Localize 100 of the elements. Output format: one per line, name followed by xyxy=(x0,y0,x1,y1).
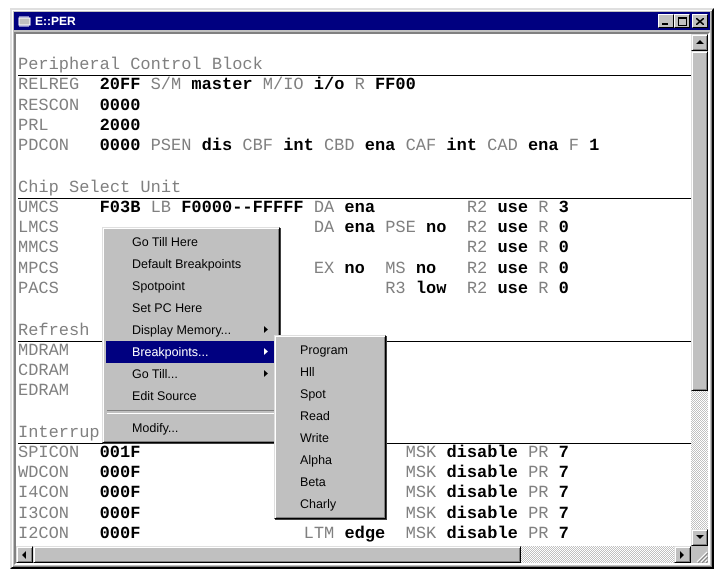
field-value[interactable]: disable xyxy=(446,484,518,505)
field-value[interactable]: no xyxy=(416,260,436,280)
window-title: E::PER xyxy=(35,14,77,28)
field-value[interactable]: 0 xyxy=(558,280,569,300)
field-value[interactable]: low xyxy=(416,280,446,300)
field-value[interactable]: dis xyxy=(202,137,232,158)
field-label: R3 xyxy=(385,280,406,300)
field-value[interactable]: ena xyxy=(528,137,559,158)
field-value[interactable]: 000F xyxy=(100,524,140,546)
chip-icon xyxy=(16,15,32,27)
scrollbar-thumb[interactable] xyxy=(691,51,708,391)
menu-item[interactable]: Modify... xyxy=(106,417,276,439)
field-value[interactable]: use xyxy=(497,239,528,260)
menu-item[interactable]: Beta xyxy=(278,471,382,493)
field-label: R2 xyxy=(466,239,488,260)
menu-item[interactable]: Breakpoints... xyxy=(106,341,276,363)
field-value[interactable]: no xyxy=(426,219,446,240)
register-name: PRL xyxy=(18,116,50,138)
field-value[interactable]: use xyxy=(497,219,528,240)
close-button[interactable] xyxy=(692,14,708,28)
field-value[interactable]: 7 xyxy=(558,484,569,505)
field-label: R2 xyxy=(466,198,488,220)
field-value[interactable]: disable xyxy=(446,524,518,546)
field-label: PSE xyxy=(385,219,416,240)
field-value[interactable]: int xyxy=(446,137,477,158)
field-value[interactable]: disable xyxy=(446,504,518,525)
scroll-up-button[interactable] xyxy=(691,34,708,51)
menu-item[interactable]: Charly xyxy=(278,493,382,515)
field-value[interactable]: edge xyxy=(344,524,386,546)
field-value[interactable]: disable xyxy=(446,444,518,464)
menu-item[interactable]: Spotpoint xyxy=(106,275,276,297)
menu-item[interactable]: Set PC Here xyxy=(106,297,276,319)
register-name: WDCON xyxy=(18,464,70,484)
field-value[interactable]: F0000--FFFFF xyxy=(181,198,304,220)
field-label: R xyxy=(538,260,548,280)
field-value[interactable]: i/o xyxy=(314,76,344,97)
menu-item[interactable]: Program xyxy=(278,339,382,361)
field-value[interactable]: use xyxy=(497,260,528,280)
scrollbar-thumb[interactable] xyxy=(33,546,521,563)
field-label: MSK xyxy=(406,444,436,464)
field-value[interactable]: 000F xyxy=(100,484,140,505)
field-value[interactable]: 1 xyxy=(589,137,600,158)
field-value[interactable]: ena xyxy=(364,137,396,158)
field-label: M/IO xyxy=(262,76,304,97)
field-label: MSK xyxy=(406,484,436,505)
field-value[interactable]: use xyxy=(497,280,528,300)
menu-item[interactable]: Edit Source xyxy=(106,385,276,407)
field-value[interactable]: 3 xyxy=(558,198,569,220)
menu-item[interactable]: Go Till Here xyxy=(106,231,276,253)
field-value[interactable]: no xyxy=(344,260,365,280)
maximize-button[interactable] xyxy=(674,14,690,28)
menu-item[interactable]: Write xyxy=(278,427,382,449)
field-label: PR xyxy=(528,524,548,546)
field-value[interactable]: 7 xyxy=(558,444,569,464)
register-name: I4CON xyxy=(18,484,70,505)
field-value[interactable]: disable xyxy=(446,464,518,484)
down-triangle-icon xyxy=(696,535,704,540)
field-value[interactable]: 0000 xyxy=(100,137,140,158)
field-label: PSEN xyxy=(150,137,192,158)
field-label: EX xyxy=(314,260,334,280)
field-label: R2 xyxy=(466,219,488,240)
field-value[interactable]: int xyxy=(283,137,314,158)
field-value[interactable]: 0 xyxy=(558,219,569,240)
field-value[interactable]: 0 xyxy=(558,260,569,280)
register-name: RELREG xyxy=(18,76,80,97)
scroll-left-button[interactable] xyxy=(16,546,33,563)
scroll-right-button[interactable] xyxy=(674,546,691,563)
field-value[interactable]: 7 xyxy=(558,524,569,546)
minimize-button[interactable] xyxy=(658,14,674,28)
scroll-down-button[interactable] xyxy=(691,529,708,546)
field-value[interactable]: 0000 xyxy=(100,96,140,117)
register-name: CDRAM xyxy=(18,362,70,382)
field-value[interactable]: 001F xyxy=(100,444,140,464)
field-value[interactable]: 000F xyxy=(100,464,140,484)
field-label: CBD xyxy=(324,137,355,158)
field-value[interactable]: 000F xyxy=(100,504,140,525)
field-label: MSK xyxy=(406,504,436,525)
menu-item[interactable]: Alpha xyxy=(278,449,382,471)
field-value[interactable]: F03B xyxy=(100,198,140,220)
field-value[interactable]: ena xyxy=(344,198,376,220)
field-value[interactable]: use xyxy=(497,198,528,220)
field-label: R xyxy=(538,219,548,240)
field-value[interactable]: ena xyxy=(344,219,376,240)
menu-item[interactable]: Hll xyxy=(278,361,382,383)
field-value[interactable]: 20FF xyxy=(100,76,140,97)
menu-item[interactable]: Go Till... xyxy=(106,363,276,385)
section-heading: Interrup xyxy=(18,422,100,443)
field-label: F xyxy=(568,137,579,158)
field-value[interactable]: 7 xyxy=(558,504,569,525)
field-value[interactable]: master xyxy=(191,76,253,97)
register-name: PACS xyxy=(18,280,60,300)
menu-item[interactable]: Spot xyxy=(278,383,382,405)
menu-item[interactable]: Display Memory... xyxy=(106,319,276,341)
menu-item[interactable]: Default Breakpoints xyxy=(106,253,276,275)
field-value[interactable]: 2000 xyxy=(100,116,140,138)
field-value[interactable]: FF00 xyxy=(374,76,416,97)
field-label: PR xyxy=(528,464,548,484)
field-value[interactable]: 0 xyxy=(558,239,569,260)
field-value[interactable]: 7 xyxy=(558,464,569,484)
menu-item[interactable]: Read xyxy=(278,405,382,427)
